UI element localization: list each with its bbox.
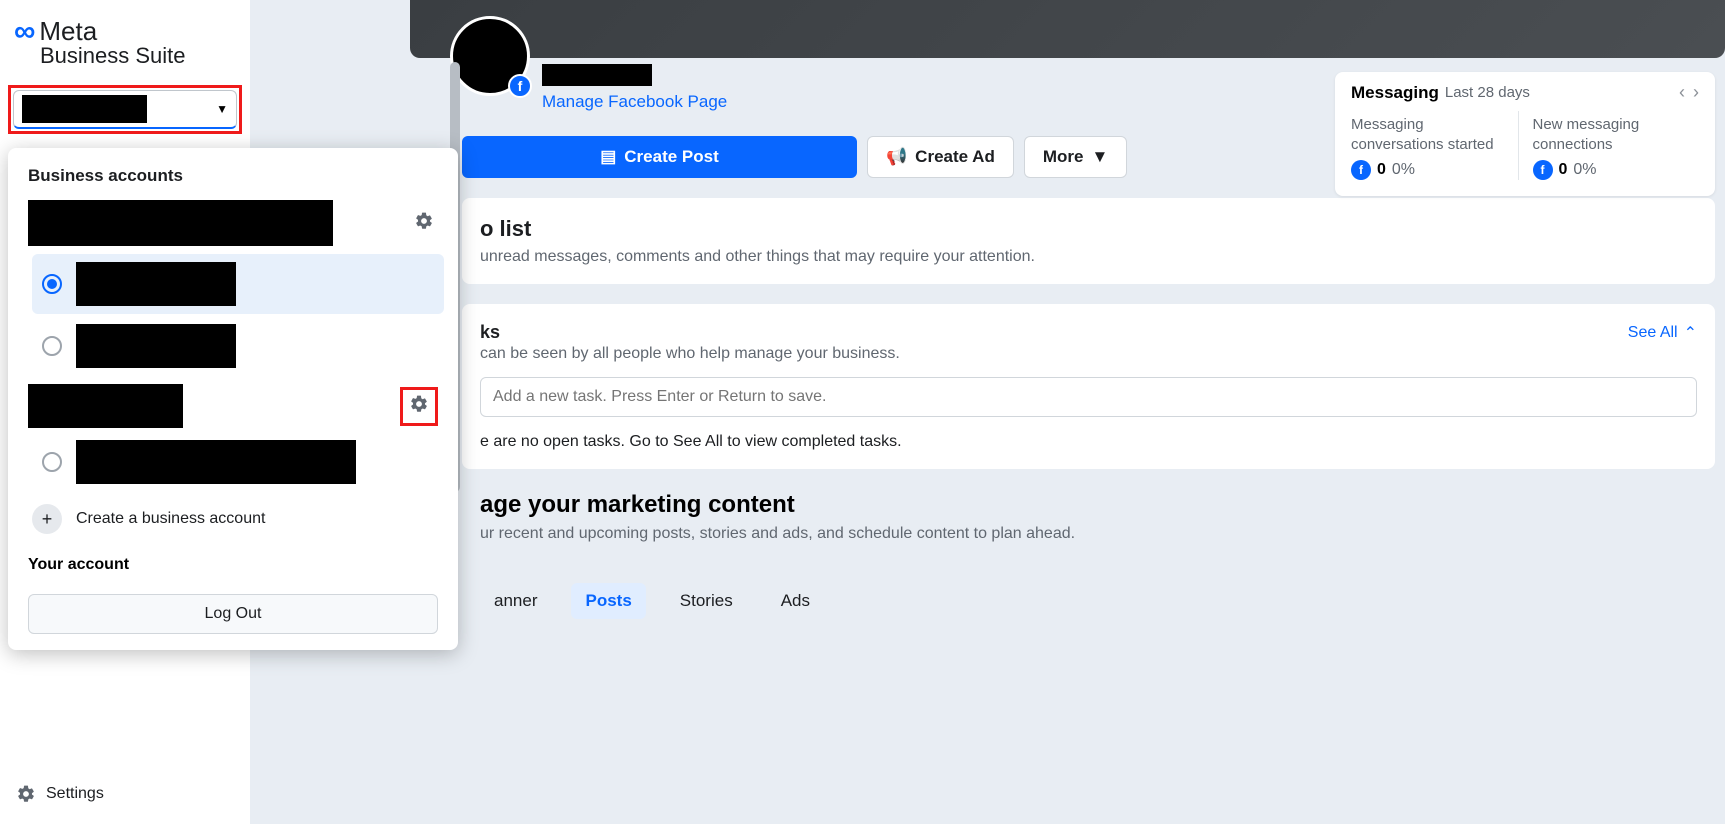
sub-account-2-name-redacted (76, 324, 236, 368)
sub-account-1-name-redacted (76, 262, 236, 306)
gear-icon (16, 784, 36, 804)
popover-header: Business accounts (8, 156, 458, 196)
manage-facebook-page-link[interactable]: Manage Facebook Page (542, 92, 727, 112)
tab-posts[interactable]: Posts (571, 583, 645, 619)
create-business-label: Create a business account (76, 510, 265, 528)
todo-title: o list (480, 216, 1697, 242)
create-business-account[interactable]: + Create a business account (8, 492, 458, 546)
metric-new-connections: New messaging connections f 0 0% (1518, 111, 1700, 180)
create-ad-button[interactable]: 📢 Create Ad (867, 136, 1014, 178)
metric-conversations-started: Messaging conversations started f 0 0% (1351, 111, 1518, 180)
create-post-button[interactable]: ▤ Create Post (462, 136, 857, 178)
brand-suite-text: Business Suite (14, 43, 236, 69)
metric1-label: Messaging conversations started (1351, 115, 1510, 154)
caret-down-icon: ▼ (216, 102, 228, 116)
radio-selected-icon (42, 274, 62, 294)
create-ad-label: Create Ad (915, 147, 995, 167)
post-icon: ▤ (600, 147, 616, 167)
business-account-2[interactable] (8, 380, 458, 432)
logout-button[interactable]: Log Out (28, 594, 438, 634)
metric2-label: New messaging connections (1533, 115, 1692, 154)
meta-infinity-icon: ∞ (14, 17, 35, 47)
insights-next-icon[interactable]: › (1693, 82, 1699, 103)
plus-icon: + (32, 504, 62, 534)
facebook-badge-icon: f (508, 74, 532, 98)
metric1-pct: 0% (1392, 161, 1415, 179)
tasks-description: can be seen by all people who help manag… (480, 345, 1697, 363)
account-dropdown[interactable]: ▼ (13, 90, 237, 129)
marketing-section: age your marketing content ur recent and… (462, 491, 1725, 619)
insights-period: Last 28 days (1445, 84, 1530, 101)
caret-down-icon: ▼ (1091, 147, 1108, 167)
tasks-empty-message: e are no open tasks. Go to See All to vi… (480, 433, 1697, 451)
tab-ads[interactable]: Ads (767, 583, 824, 619)
tasks-title: ks (480, 322, 500, 343)
page-name-redacted (542, 64, 652, 86)
page-avatar-wrap: f (450, 16, 530, 96)
tab-planner[interactable]: anner (480, 583, 551, 619)
logout-label: Log Out (205, 605, 262, 622)
marketing-subtitle: ur recent and upcoming posts, stories an… (480, 525, 1707, 543)
metric2-value: 0 (1559, 161, 1568, 179)
your-account-header: Your account (8, 546, 458, 578)
tasks-card: ks See All ⌃ can be seen by all people w… (462, 304, 1715, 469)
more-label: More (1043, 147, 1084, 167)
gear-icon (414, 211, 434, 231)
add-task-input[interactable] (480, 377, 1697, 417)
tasks-see-all-link[interactable]: See All ⌃ (1628, 323, 1697, 343)
insights-prev-icon[interactable]: ‹ (1679, 82, 1685, 103)
business-accounts-popover: Business accounts + Create a business ac… (8, 148, 458, 650)
business-account-2-settings-highlight[interactable] (400, 387, 438, 426)
marketing-tabs: anner Posts Stories Ads (480, 583, 1707, 619)
sub-account-2[interactable] (32, 316, 444, 376)
sub-account-3[interactable] (8, 432, 458, 492)
tab-stories[interactable]: Stories (666, 583, 747, 619)
business-account-1-name-redacted (28, 200, 333, 246)
current-account-redacted (22, 95, 147, 123)
business-account-1[interactable] (8, 196, 458, 250)
brand-logo: ∞ Meta Business Suite (0, 0, 250, 81)
create-post-label: Create Post (624, 147, 718, 167)
insights-card: Messaging Last 28 days ‹ › Messaging con… (1335, 72, 1715, 196)
radio-unselected-icon (42, 452, 62, 472)
megaphone-icon: 📢 (886, 147, 907, 167)
insights-title: Messaging (1351, 83, 1439, 103)
see-all-label: See All (1628, 324, 1678, 342)
settings-label: Settings (46, 785, 104, 803)
account-dropdown-highlight: ▼ (8, 85, 242, 134)
more-button[interactable]: More ▼ (1024, 136, 1127, 178)
facebook-dot-icon: f (1533, 160, 1553, 180)
main-content: f Manage Facebook Page ▤ Create Post 📢 C… (250, 0, 1725, 824)
business-account-1-settings[interactable] (410, 207, 438, 240)
sub-account-3-name-redacted (76, 440, 356, 484)
radio-unselected-icon (42, 336, 62, 356)
marketing-title: age your marketing content (480, 491, 1707, 519)
todo-subtitle: unread messages, comments and other thin… (480, 248, 1697, 266)
metric2-pct: 0% (1573, 161, 1596, 179)
todo-card: o list unread messages, comments and oth… (462, 198, 1715, 284)
metric1-value: 0 (1377, 161, 1386, 179)
gear-icon (409, 394, 429, 414)
chevron-up-icon: ⌃ (1684, 323, 1697, 343)
facebook-dot-icon: f (1351, 160, 1371, 180)
sidebar-settings[interactable]: Settings (16, 784, 104, 804)
sub-account-1[interactable] (32, 254, 444, 314)
business-account-2-name-redacted (28, 384, 183, 428)
